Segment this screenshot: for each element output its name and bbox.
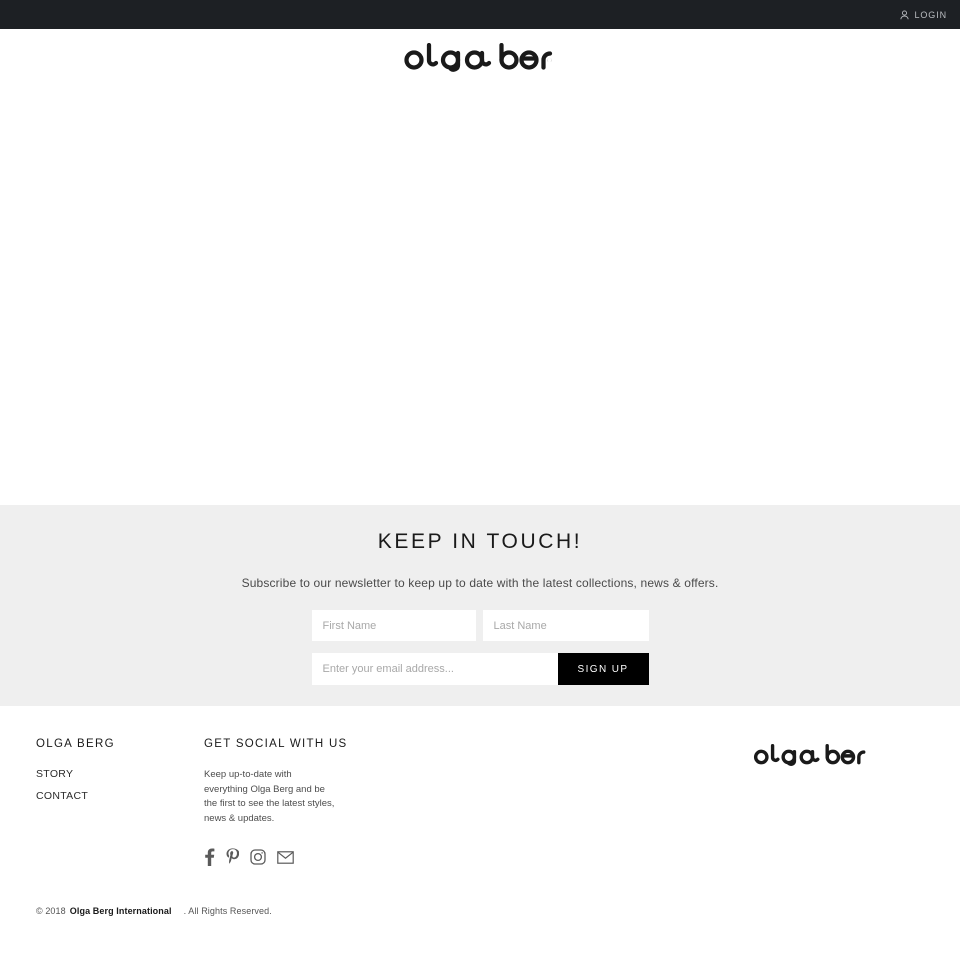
footer-social-heading: GET SOCIAL WITH US (204, 738, 348, 750)
login-label: LOGIN (914, 9, 947, 20)
olga-berg-wordmark-icon (753, 744, 866, 766)
newsletter-title: KEEP IN TOUCH! (377, 530, 583, 553)
footer-social-column: GET SOCIAL WITH US Keep up-to-date with … (204, 738, 394, 871)
instagram-icon[interactable] (250, 849, 266, 870)
name-fields-row (311, 610, 649, 641)
copyright-year: © 2018 (36, 906, 66, 916)
user-icon (900, 9, 910, 20)
newsletter-subtitle: Subscribe to our newsletter to keep up t… (241, 576, 719, 590)
field-spacer (476, 610, 483, 641)
email-row: SIGN UP (311, 653, 649, 685)
copyright-brand: Olga Berg International (69, 906, 172, 916)
newsletter-section: KEEP IN TOUCH! Subscribe to our newslett… (0, 505, 960, 706)
footer-link-contact[interactable]: CONTACT (36, 790, 204, 802)
email-input[interactable] (311, 653, 558, 685)
footer-links-column: OLGA BERG STORY CONTACT (36, 738, 204, 871)
footer-links-heading: OLGA BERG (36, 738, 115, 750)
last-name-input[interactable] (482, 610, 649, 641)
copyright-rest: . All Rights Reserved. (183, 906, 272, 916)
pinterest-icon[interactable] (226, 848, 240, 871)
social-icons-row (204, 848, 394, 871)
header-logo[interactable]: olga berg (403, 42, 557, 78)
email-icon[interactable] (277, 850, 294, 869)
facebook-icon[interactable] (204, 848, 215, 871)
signup-button[interactable]: SIGN UP (557, 653, 649, 685)
main-content-area (0, 91, 960, 505)
olga-berg-wordmark-icon (404, 42, 553, 72)
login-button[interactable]: LOGIN (900, 10, 947, 20)
site-header: olga berg (0, 29, 960, 91)
page-root: LOGIN KEEP IN TOUCH! Subscribe to our ne… (0, 0, 960, 968)
top-bar: LOGIN (0, 0, 960, 29)
footer-social-text: Keep up-to-date with everything Olga Ber… (204, 769, 335, 824)
newsletter-form: SIGN UP (311, 610, 649, 685)
site-footer: OLGA BERG STORY CONTACT GET SOCIAL WITH … (0, 706, 960, 968)
first-name-input[interactable] (311, 610, 476, 641)
footer-columns: OLGA BERG STORY CONTACT GET SOCIAL WITH … (36, 738, 924, 871)
footer-link-story[interactable]: STORY (36, 768, 204, 780)
footer-logo[interactable]: olga berg (753, 744, 869, 772)
copyright-line: © 2018 Olga Berg International . All Rig… (36, 906, 272, 916)
